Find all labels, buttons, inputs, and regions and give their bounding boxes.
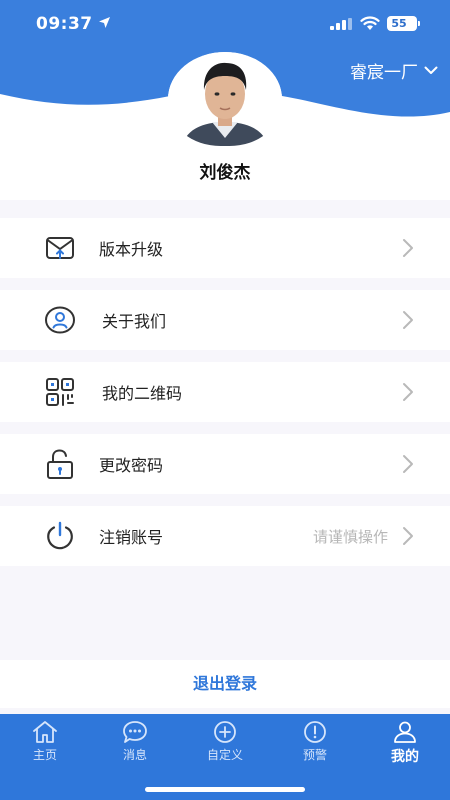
chevron-right-icon bbox=[403, 527, 413, 545]
tab-messages[interactable]: 消息 bbox=[90, 720, 180, 770]
chevron-right-icon bbox=[403, 239, 413, 257]
message-icon bbox=[123, 721, 147, 743]
qr-code-icon bbox=[46, 378, 74, 406]
alert-icon bbox=[304, 721, 326, 743]
wifi-icon bbox=[360, 16, 380, 30]
tab-label: 自定义 bbox=[206, 748, 243, 762]
chevron-right-icon bbox=[403, 383, 413, 401]
lock-icon bbox=[47, 449, 73, 479]
profile-icon bbox=[394, 721, 416, 743]
logout-button[interactable]: 退出登录 bbox=[0, 660, 450, 708]
menu-label: 我的二维码 bbox=[102, 384, 183, 403]
upgrade-mail-icon bbox=[46, 237, 74, 259]
chevron-right-icon bbox=[403, 311, 413, 329]
tab-custom[interactable]: 自定义 bbox=[180, 720, 270, 770]
factory-name: 睿宸一厂 bbox=[350, 63, 418, 83]
tab-label: 消息 bbox=[122, 748, 147, 762]
username: 刘俊杰 bbox=[199, 163, 251, 183]
factory-selector[interactable]: 睿宸一厂 bbox=[350, 58, 438, 83]
tab-label: 我的 bbox=[391, 749, 419, 765]
menu-item-version-upgrade[interactable]: 版本升级 bbox=[0, 218, 450, 278]
battery-level: 55 bbox=[391, 17, 407, 30]
location-arrow-icon bbox=[99, 17, 110, 28]
chevron-right-icon bbox=[403, 455, 413, 473]
home-indicator bbox=[145, 787, 305, 792]
menu-label: 更改密码 bbox=[99, 456, 164, 475]
avatar[interactable] bbox=[168, 52, 282, 146]
tab-alerts[interactable]: 预警 bbox=[270, 720, 360, 770]
battery-indicator: 55 bbox=[387, 16, 420, 31]
menu-item-change-password[interactable]: 更改密码 bbox=[0, 434, 450, 494]
menu-item-about-us[interactable]: 关于我们 bbox=[0, 290, 450, 350]
status-bar: 09:37 55 bbox=[0, 0, 450, 48]
menu-item-my-qr-code[interactable]: 我的二维码 bbox=[0, 362, 450, 422]
avatar-photo bbox=[168, 52, 282, 146]
tab-home[interactable]: 主页 bbox=[0, 720, 90, 770]
status-time: 09:37 bbox=[36, 14, 93, 34]
chevron-down-icon bbox=[424, 66, 438, 74]
menu-item-cancel-account[interactable]: 注销账号 请谨慎操作 bbox=[0, 506, 450, 566]
user-circle-icon bbox=[45, 306, 75, 334]
add-circle-icon bbox=[214, 721, 236, 743]
menu-label: 关于我们 bbox=[102, 312, 167, 331]
menu-label: 版本升级 bbox=[99, 240, 164, 259]
home-icon bbox=[33, 721, 57, 743]
power-icon bbox=[47, 521, 73, 550]
menu-hint: 请谨慎操作 bbox=[312, 527, 388, 546]
cellular-signal-icon bbox=[330, 18, 352, 30]
menu-label: 注销账号 bbox=[99, 528, 164, 547]
tab-label: 预警 bbox=[302, 748, 327, 762]
tab-label: 主页 bbox=[32, 748, 57, 762]
tab-mine[interactable]: 我的 bbox=[360, 720, 450, 770]
